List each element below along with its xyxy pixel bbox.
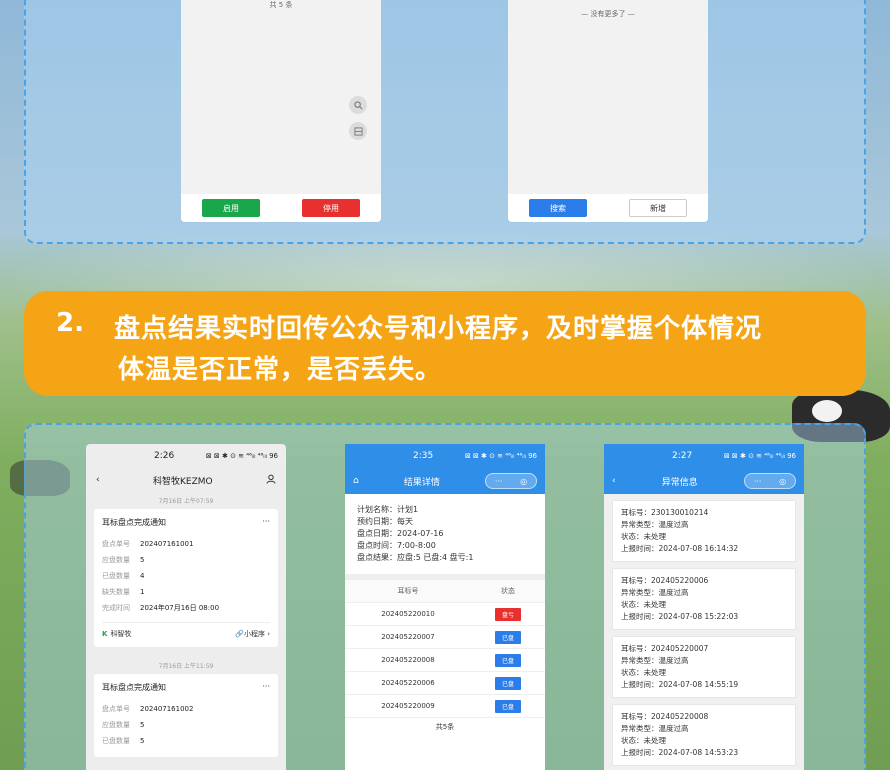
kv-row: 已盘数量 5 [102, 737, 145, 745]
status-badge: 盘亏 [495, 607, 521, 621]
kv-row: 盘点单号 202407161001 [102, 540, 194, 548]
kv-row: 缺失数量 1 [102, 588, 145, 596]
status-time: 2:27 [672, 451, 693, 461]
nav-bar: ‹ 科智牧KEZMO [86, 468, 286, 492]
abnormal-item[interactable]: 耳标号：230130010214 异常类型：温度过高 状态：未处理 上报时间：202… [612, 500, 796, 562]
status-bar: 2:35 ⊠ ⊠ ✱ ⊙ ≋ ⁴⁶ᵢₗₗ ⁴⁶ᵢₗₗ 96 [345, 444, 545, 468]
result-table: 耳标号 状态 202405220010 盘亏 202405220007 已盘 2… [345, 580, 545, 732]
link-icon: 🔗 [235, 630, 244, 638]
banner-line-2: 体温是否正常，是否丢失。 [118, 355, 443, 385]
user-icon[interactable] [266, 474, 276, 487]
kv-row: 应盘数量 5 [102, 721, 145, 729]
status-badge: 已盘 [495, 630, 521, 644]
phone-wechat-notifications: 2:26 ⊠ ⊠ ✱ ⊙ ≋ ⁴⁶ᵢₗₗ ⁴⁶ᵢₗₗ 96 ‹ 科智牧KEZMO… [86, 444, 286, 770]
status-icons: ⊠ ⊠ ✱ ⊙ ≋ ⁴⁶ᵢₗₗ ⁴⁶ᵢₗₗ 96 [723, 452, 796, 460]
table-row[interactable]: 202405220007 已盘 [345, 626, 545, 649]
scan-icon[interactable] [349, 122, 367, 140]
status-icons: ⊠ ⊠ ✱ ⊙ ≋ ⁴⁶ᵢₗₗ ⁴⁶ᵢₗₗ 96 [464, 452, 537, 460]
card-footer[interactable]: K 科智牧 🔗小程序 › [102, 622, 270, 639]
phone-top-left: 共 5 条 启用 停用 [181, 0, 381, 222]
status-time: 2:35 [413, 451, 434, 461]
nav-bar: ‹ 异常信息 ··· ◎ [604, 468, 804, 494]
nav-bar: ⌂ 结果详情 ··· ◎ [345, 468, 545, 494]
card-title: 耳标盘点完成通知 [102, 683, 166, 692]
status-bar: 2:27 ⊠ ⊠ ✱ ⊙ ≋ ⁴⁶ᵢₗₗ ⁴⁶ᵢₗₗ 96 [604, 444, 804, 468]
page-title: 异常信息 [661, 477, 698, 488]
table-row[interactable]: 202405220009 已盘 [345, 695, 545, 718]
kv-row: 已盘数量 4 [102, 572, 145, 580]
kv-row: 应盘数量 5 [102, 556, 145, 564]
status-icons: ⊠ ⊠ ✱ ⊙ ≋ ⁴⁶ᵢₗₗ ⁴⁶ᵢₗₗ 96 [205, 452, 278, 460]
search-icon[interactable] [349, 96, 367, 114]
phone-result-detail: 2:35 ⊠ ⊠ ✱ ⊙ ≋ ⁴⁶ᵢₗₗ ⁴⁶ᵢₗₗ 96 ⌂ 结果详情 ···… [345, 444, 545, 770]
banner-line-1: 盘点结果实时回传公众号和小程序，及时掌握个体情况 [114, 314, 763, 344]
home-icon[interactable]: ⌂ [353, 476, 359, 486]
table-row[interactable]: 202405220010 盘亏 [345, 603, 545, 626]
action-bar: 搜索 新增 [508, 194, 708, 222]
table-row[interactable]: 202405220006 已盘 [345, 672, 545, 695]
kv-row: 盘点单号 202407161002 [102, 705, 194, 713]
table-header: 耳标号 状态 [345, 580, 545, 603]
brand-logo-icon: K [102, 630, 108, 638]
abnormal-item[interactable]: 耳标号：202405220008 异常类型：温度过高 状态：未处理 上报时间：202… [612, 704, 796, 766]
add-button[interactable]: 新增 [629, 199, 687, 217]
no-more-text: — 没有更多了 — [581, 10, 635, 18]
message-date: 7月16日 上午11:59 [158, 663, 214, 670]
close-icon: ◎ [520, 476, 528, 486]
action-bar: 启用 停用 [181, 194, 381, 222]
disable-button[interactable]: 停用 [302, 199, 360, 217]
brand-name: 科智牧 [110, 630, 132, 638]
enable-button[interactable]: 启用 [202, 199, 260, 217]
back-icon[interactable]: ‹ [96, 475, 100, 485]
page-title: 结果详情 [403, 477, 440, 488]
more-icon: ··· [753, 476, 762, 486]
status-badge: 已盘 [495, 699, 521, 713]
mini-program-link[interactable]: 小程序 [244, 630, 265, 638]
feature-banner: 2. 盘点结果实时回传公众号和小程序，及时掌握个体情况 体温是否正常，是否丢失。 [24, 291, 866, 396]
more-icon[interactable]: ··· [262, 682, 270, 693]
card-title: 耳标盘点完成通知 [102, 518, 166, 527]
table-row[interactable]: 202405220008 已盘 [345, 649, 545, 672]
phone-abnormal-info: 2:27 ⊠ ⊠ ✱ ⊙ ≋ ⁴⁶ᵢₗₗ ⁴⁶ᵢₗₗ 96 ‹ 异常信息 ···… [604, 444, 804, 770]
abnormal-item[interactable]: 耳标号：202405220007 异常类型：温度过高 状态：未处理 上报时间：202… [612, 636, 796, 698]
banner-number: 2. [56, 308, 84, 338]
mini-program-capsule[interactable]: ··· ◎ [744, 473, 796, 489]
more-icon: ··· [494, 476, 503, 486]
more-icon[interactable]: ··· [262, 517, 270, 528]
top-screenshot-panel [24, 0, 866, 244]
phone-top-right: — 没有更多了 — 搜索 新增 [508, 0, 708, 222]
back-icon[interactable]: ‹ [612, 476, 616, 486]
status-badge: 已盘 [495, 676, 521, 690]
status-badge: 已盘 [495, 653, 521, 667]
status-time: 2:26 [154, 451, 175, 461]
plan-info: 计划名称：计划1 预约日期：每天 盘点日期：2024-07-16 盘点时间：7:… [345, 494, 545, 580]
notification-card[interactable]: 耳标盘点完成通知 ··· 盘点单号 202407161002 应盘数量 5 已盘数量 5 [94, 674, 278, 757]
total-count: 共5条 [435, 723, 455, 731]
abnormal-item[interactable]: 耳标号：202405220006 异常类型：温度过高 状态：未处理 上报时间：202… [612, 568, 796, 630]
notification-card[interactable]: 耳标盘点完成通知 ··· 盘点单号 202407161001 应盘数量 5 已盘数量 4… [94, 509, 278, 647]
mini-program-capsule[interactable]: ··· ◎ [484, 473, 537, 489]
close-icon: ◎ [779, 476, 787, 486]
kv-row: 完成时间 2024年07月16日 08:00 [102, 604, 220, 612]
status-bar: 2:26 ⊠ ⊠ ✱ ⊙ ≋ ⁴⁶ᵢₗₗ ⁴⁶ᵢₗₗ 96 [86, 444, 286, 468]
total-count: 共 5 条 [269, 1, 293, 9]
search-button[interactable]: 搜索 [529, 199, 587, 217]
message-date: 7月16日 上午07:59 [158, 498, 214, 505]
account-title: 科智牧KEZMO [153, 476, 213, 487]
